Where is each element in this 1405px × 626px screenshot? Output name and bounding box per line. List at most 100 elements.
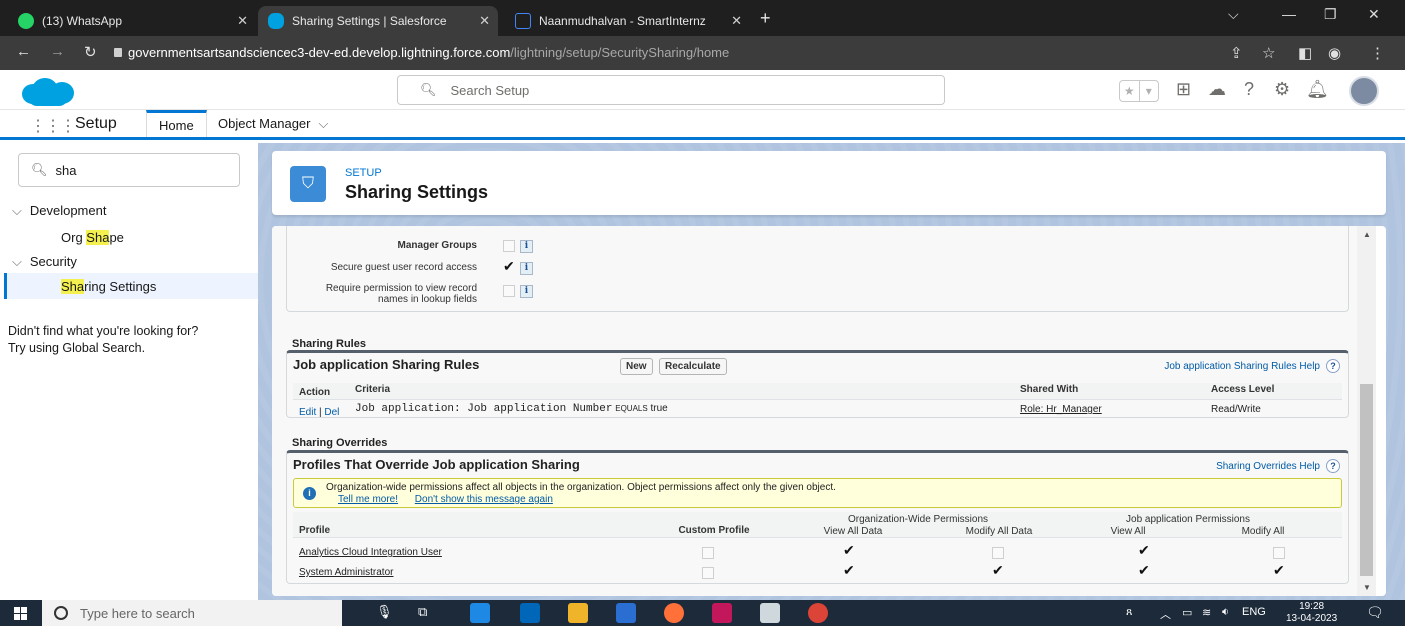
quick-find-input[interactable]: 🔍︎ sha (18, 153, 240, 187)
back-icon[interactable]: ← (16, 43, 31, 60)
info-icon[interactable]: i (520, 240, 533, 253)
tab-object-manager[interactable]: Object Manager ⌵ (206, 110, 340, 137)
tree-node-security[interactable]: ⌵ Security (12, 254, 77, 270)
reload-icon[interactable]: ↻ (84, 43, 97, 61)
shared-with-link[interactable]: Role: Hr_Manager (1020, 404, 1102, 415)
store-icon[interactable] (520, 603, 540, 623)
tab-whatsapp[interactable]: (13) WhatsApp ✕ (8, 6, 256, 36)
close-icon[interactable]: ✕ (479, 13, 490, 29)
checkmark-icon: ✔ (1138, 542, 1150, 558)
browser-tabstrip: (13) WhatsApp ✕ Sharing Settings | Sales… (0, 0, 1405, 36)
tree-item-org-shape[interactable]: Org Shape (61, 230, 124, 245)
del-link[interactable]: Del (324, 407, 339, 418)
recalculate-button[interactable]: Recalculate (659, 358, 727, 375)
bell-icon[interactable]: 🔔︎ (1306, 79, 1329, 100)
minimize-icon[interactable]: — (1282, 6, 1296, 22)
menu-icon[interactable]: ⋮ (1370, 44, 1385, 62)
edit-link[interactable]: Edit (299, 407, 316, 418)
salesforce-logo[interactable] (18, 76, 76, 106)
info-icon[interactable]: i (520, 285, 533, 298)
tab-title: (13) WhatsApp (42, 14, 123, 28)
tree-item-sharing-settings[interactable]: Sharing Settings (61, 279, 156, 294)
search-icon (54, 606, 68, 620)
tab-home[interactable]: Home (146, 110, 207, 137)
profile-link[interactable]: System Administrator (299, 567, 393, 578)
tab-naanmudhalvan[interactable]: Naanmudhalvan - SmartInternz ✕ (505, 6, 750, 36)
share-icon[interactable]: ⇪ (1230, 44, 1243, 62)
firefox-icon[interactable] (664, 603, 684, 623)
url-field[interactable]: governmentsartsandsciencec3-dev-ed.devel… (128, 45, 729, 60)
chevron-down-icon: ⌵ (318, 115, 329, 131)
require-permission-checkbox[interactable] (503, 285, 515, 297)
close-window-icon[interactable]: ✕ (1368, 6, 1380, 23)
custom-profile-checkbox (702, 567, 714, 579)
chevron-up-icon[interactable]: ︿ (1160, 606, 1171, 622)
add-icon[interactable]: ⊞ (1176, 79, 1191, 100)
manager-groups-checkbox[interactable] (503, 240, 515, 252)
chevron-down-icon[interactable]: ⌵ (1228, 6, 1239, 23)
checkmark-icon: ✔ (1138, 562, 1150, 578)
label-require-permission: Require permission to view record names … (325, 283, 477, 305)
volume-icon[interactable]: 🔉︎ (1222, 606, 1229, 619)
classic-frame: Manager Groups i Secure guest user recor… (272, 226, 1386, 596)
taskbar-search-input[interactable]: Type here to search (42, 600, 342, 626)
info-icon[interactable]: i (520, 262, 533, 275)
tree-node-development[interactable]: ⌵ Development (12, 203, 106, 219)
favorites-button[interactable]: ★ ▾ (1119, 80, 1159, 102)
battery-icon[interactable]: ▭ (1182, 606, 1192, 619)
scroll-up-icon[interactable]: ▲ (1363, 230, 1371, 239)
new-tab-button[interactable]: + (760, 8, 771, 29)
global-header: 🔍︎ Search Setup ★ ▾ ⊞ ☁ ? ⚙ 🔔︎ (0, 70, 1405, 110)
criteria-cell: Job application: Job application Number … (355, 403, 668, 415)
file-explorer-icon[interactable] (568, 603, 588, 623)
profile-icon[interactable]: ◉ (1328, 44, 1341, 62)
chrome-icon[interactable] (808, 603, 828, 623)
tab-title: Sharing Settings | Salesforce (292, 14, 447, 28)
forward-icon[interactable]: → (50, 43, 65, 60)
task-view-icon[interactable]: ⧉ (418, 604, 427, 620)
clock[interactable]: 19:28 13-04-2023 (1286, 601, 1337, 625)
sharing-rules-help-link[interactable]: Job application Sharing Rules Help? (1164, 359, 1340, 373)
info-message: i Organization-wide permissions affect a… (293, 478, 1342, 508)
setup-sidebar: 🔍︎ sha ⌵ Development Org Shape ⌵ Security … (0, 143, 258, 600)
search-setup-input[interactable]: 🔍︎ Search Setup (397, 75, 945, 105)
lock-icon (114, 48, 122, 57)
address-bar: ← → ↻ governmentsartsandsciencec3-dev-ed… (0, 36, 1405, 70)
wifi-icon[interactable]: ≋ (1202, 606, 1211, 619)
sharing-overrides-help-link[interactable]: Sharing Overrides Help? (1216, 459, 1340, 473)
chevron-down-icon: ⌵ (12, 203, 22, 218)
scroll-thumb[interactable] (1360, 384, 1373, 576)
related-list-title: Profiles That Override Job application S… (293, 457, 580, 472)
app-icon[interactable] (616, 603, 636, 623)
sidepanel-icon[interactable]: ◧ (1298, 44, 1312, 62)
windows-start-icon[interactable] (14, 607, 27, 620)
app-launcher-icon[interactable]: ⋮⋮⋮ (30, 116, 76, 136)
restore-icon[interactable]: ❐ (1324, 6, 1337, 23)
job-application-sharing-rules: Job application Sharing Rules New Recalc… (286, 350, 1349, 418)
help-icon[interactable]: ? (1244, 79, 1254, 100)
avatar[interactable] (1349, 76, 1379, 106)
profile-link[interactable]: Analytics Cloud Integration User (299, 547, 442, 558)
tab-salesforce[interactable]: Sharing Settings | Salesforce ✕ (258, 6, 498, 36)
dont-show-link[interactable]: Don't show this message again (415, 494, 553, 505)
language-indicator[interactable]: ENG (1242, 606, 1266, 618)
microphone-icon[interactable]: 🎙︎ (376, 604, 393, 620)
search-icon: 🔍︎ (31, 162, 48, 177)
close-icon[interactable]: ✕ (237, 13, 248, 29)
help-icon: ? (1326, 459, 1340, 473)
app-icon[interactable] (712, 603, 732, 623)
modify-all-checkbox (1273, 547, 1285, 559)
settings-app-icon[interactable] (760, 603, 780, 623)
notification-icon[interactable]: 🗨︎ (1366, 604, 1384, 621)
scroll-down-icon[interactable]: ▼ (1363, 583, 1371, 592)
gear-icon[interactable]: ⚙ (1274, 79, 1290, 100)
trailhead-icon[interactable]: ☁ (1208, 79, 1226, 100)
bookmark-star-icon[interactable]: ☆ (1262, 44, 1275, 62)
whatsapp-icon (18, 13, 34, 29)
scrollbar[interactable]: ▲ ▼ (1357, 226, 1376, 596)
new-button[interactable]: New (620, 358, 653, 375)
people-icon[interactable]: ጸ (1126, 606, 1132, 619)
tell-me-more-link[interactable]: Tell me more! (338, 494, 398, 505)
close-icon[interactable]: ✕ (731, 13, 742, 29)
edge-icon[interactable] (470, 603, 490, 623)
